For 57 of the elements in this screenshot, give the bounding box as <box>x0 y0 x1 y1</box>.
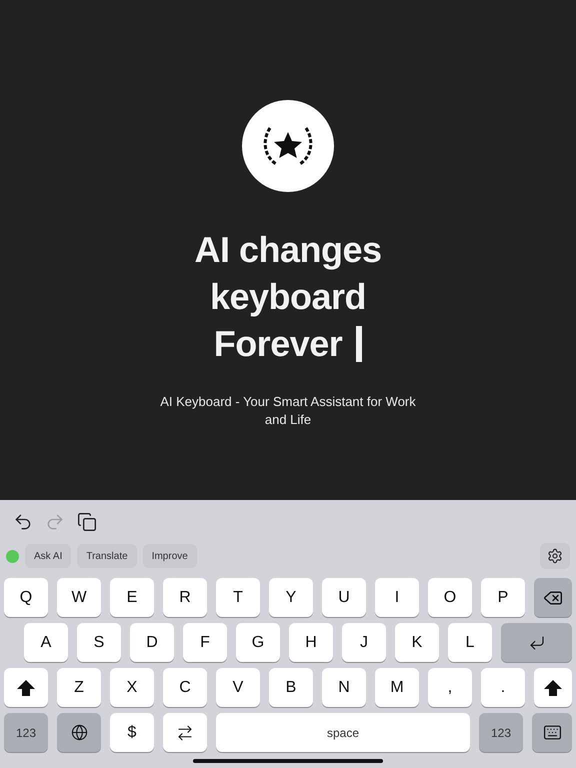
subtitle: AI Keyboard - Your Smart Assistant for Work and Life <box>159 393 417 429</box>
key[interactable]: P <box>481 578 525 617</box>
hide-keyboard-key[interactable] <box>532 713 572 752</box>
key[interactable]: I <box>375 578 419 617</box>
key[interactable]: N <box>322 668 366 707</box>
key[interactable]: X <box>110 668 154 707</box>
key[interactable]: $ <box>110 713 154 752</box>
key[interactable]: Z <box>57 668 101 707</box>
space-key[interactable]: space <box>216 713 470 752</box>
key[interactable]: B <box>269 668 313 707</box>
key[interactable]: F <box>183 623 227 662</box>
headline: AI changes <box>194 228 382 270</box>
keyboard-icon <box>542 723 562 742</box>
globe-icon <box>70 724 88 741</box>
undo-icon[interactable] <box>13 512 33 532</box>
key[interactable]: C <box>163 668 207 707</box>
swap-key[interactable] <box>163 713 207 752</box>
swap-arrows-icon <box>176 724 194 742</box>
settings-button[interactable] <box>540 543 570 569</box>
key[interactable]: U <box>322 578 366 617</box>
key[interactable]: W <box>57 578 101 617</box>
key[interactable]: D <box>130 623 174 662</box>
key[interactable]: . <box>481 668 525 707</box>
clipboard-icon[interactable] <box>77 512 97 532</box>
return-icon <box>528 634 546 652</box>
key[interactable]: A <box>24 623 68 662</box>
action-chip[interactable]: Improve <box>142 544 197 568</box>
key[interactable]: O <box>428 578 472 617</box>
key[interactable]: V <box>216 668 260 707</box>
key[interactable]: E <box>110 578 154 617</box>
key[interactable]: , <box>428 668 472 707</box>
headline: Forever <box>214 322 342 364</box>
key[interactable]: H <box>289 623 333 662</box>
key[interactable]: S <box>77 623 121 662</box>
key[interactable]: M <box>375 668 419 707</box>
globe-key[interactable] <box>57 713 101 752</box>
backspace-key[interactable] <box>534 578 572 617</box>
shift-icon <box>17 680 35 696</box>
shift-icon <box>544 680 562 696</box>
key[interactable]: K <box>395 623 439 662</box>
key[interactable]: L <box>448 623 492 662</box>
key[interactable]: J <box>342 623 386 662</box>
text-cursor <box>356 326 362 362</box>
headline: keyboard <box>210 276 366 318</box>
key[interactable]: Y <box>269 578 313 617</box>
shift-key[interactable] <box>4 668 48 707</box>
action-chip[interactable]: Ask AI <box>25 544 72 568</box>
action-chip[interactable]: Translate <box>77 544 137 568</box>
key[interactable]: G <box>236 623 280 662</box>
key[interactable]: R <box>163 578 207 617</box>
shift-key[interactable] <box>534 668 572 707</box>
status-dot <box>6 550 19 562</box>
key[interactable]: Q <box>4 578 48 617</box>
settings-icon <box>547 548 563 564</box>
key[interactable]: T <box>216 578 260 617</box>
numbers-key[interactable]: 123 <box>479 713 523 752</box>
numbers-key[interactable]: 123 <box>4 713 48 752</box>
